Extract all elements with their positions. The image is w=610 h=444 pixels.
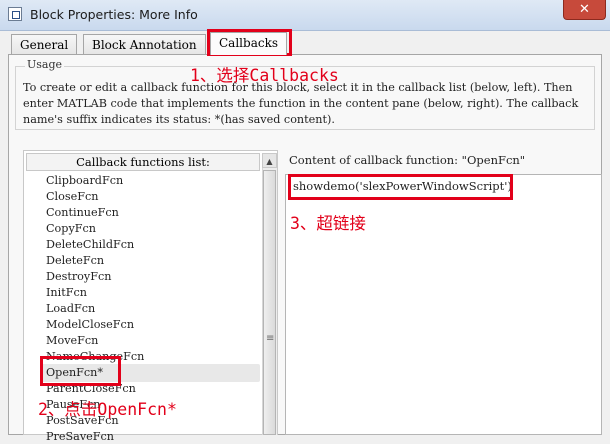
tab-general[interactable]: General <box>11 34 78 54</box>
annotation-box-code <box>288 174 513 200</box>
annotation-step-1: 1、选择Callbacks <box>190 66 339 85</box>
callback-list-item[interactable]: DestroyFcn <box>46 270 111 284</box>
callback-list-item[interactable]: ContinueFcn <box>46 206 119 220</box>
usage-description: To create or edit a callback function fo… <box>23 81 579 126</box>
content-label: Content of callback function: "OpenFcn" <box>289 153 526 167</box>
scrollbar-grip-icon: ≡ <box>266 333 275 344</box>
scroll-up-arrow-icon[interactable]: ▲ <box>262 153 277 168</box>
tab-callbacks[interactable]: Callbacks <box>210 32 287 55</box>
callback-list-item[interactable]: InitFcn <box>46 286 87 300</box>
scrollbar-thumb[interactable] <box>263 170 276 435</box>
callback-list-item[interactable]: DeleteFcn <box>46 254 104 268</box>
callback-list-item[interactable]: ClipboardFcn <box>46 174 123 188</box>
tab-block-annotation[interactable]: Block Annotation <box>83 34 206 54</box>
block-properties-icon <box>8 7 22 21</box>
callback-list-item[interactable]: DeleteChildFcn <box>46 238 134 252</box>
callback-list-item[interactable]: MoveFcn <box>46 334 98 348</box>
callback-list-item[interactable]: LoadFcn <box>46 302 95 316</box>
callback-list-header: Callback functions list: <box>26 153 260 171</box>
callback-list-item[interactable]: CloseFcn <box>46 190 98 204</box>
callback-list-item[interactable]: CopyFcn <box>46 222 96 236</box>
title-bar: Block Properties: More Info ✕ <box>0 0 610 31</box>
usage-legend: Usage <box>25 58 65 71</box>
annotation-step-3: 3、超链接 <box>290 214 366 233</box>
callback-list-item[interactable]: ModelCloseFcn <box>46 318 134 332</box>
close-button[interactable]: ✕ <box>563 0 606 20</box>
callback-list-item[interactable]: PreSaveFcn <box>46 430 114 444</box>
annotation-box-openfcn <box>40 356 121 386</box>
window-title: Block Properties: More Info <box>30 7 198 22</box>
annotation-step-2: 2、点击OpenFcn* <box>38 400 177 419</box>
